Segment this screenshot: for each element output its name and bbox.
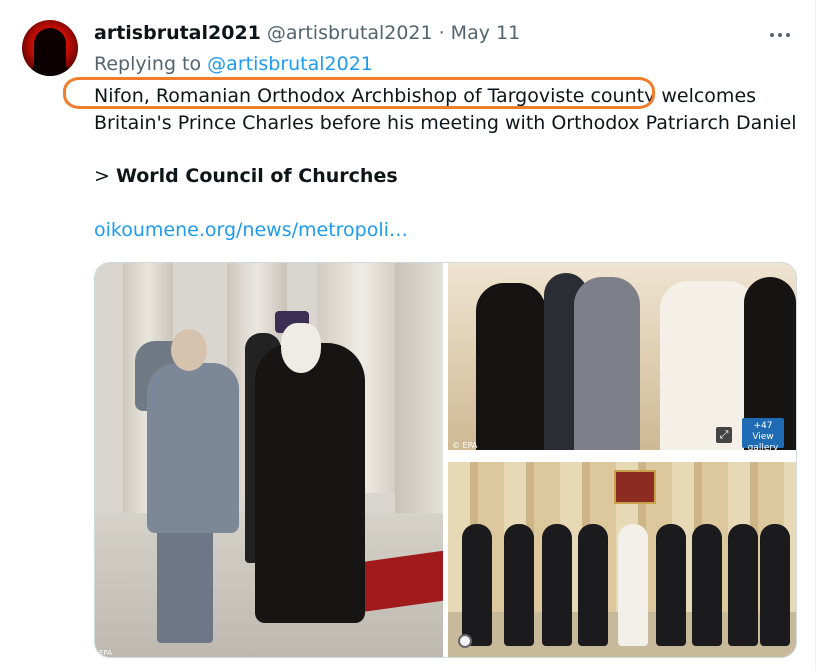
person-figure (578, 524, 608, 646)
person-figure (760, 524, 790, 646)
column (395, 263, 443, 513)
user-handle[interactable]: @artisbrutal2021 (267, 22, 433, 44)
view-gallery-button[interactable]: +47 View gallery (742, 418, 784, 453)
clergy-figure (476, 283, 546, 453)
person-figure (692, 524, 722, 646)
tweet-text-line: Britain's Prince Charles before his meet… (94, 112, 797, 134)
tweet-link[interactable]: oikoumene.org/news/metropoli… (94, 219, 408, 241)
icon-painting (614, 470, 656, 504)
tweet-subheading: > World Council of Churches (94, 165, 398, 187)
tweet-date[interactable]: May 11 (451, 22, 521, 44)
tweet-header: artisbrutal2021 @artisbrutal2021 · May 1… (94, 22, 520, 48)
highlight-annotation (63, 77, 655, 109)
media-grid: EPA ⤢ +47 View gallery © EPA (94, 262, 797, 658)
photo-credit: EPA (99, 649, 112, 657)
expand-icon[interactable]: ⤢ (716, 427, 732, 443)
archbishop-beard (281, 323, 321, 373)
separator-dot: · (438, 22, 445, 44)
page-edge (816, 0, 837, 671)
photo-group-line[interactable] (448, 462, 796, 657)
person-figure (656, 524, 686, 646)
replying-handle-link[interactable]: @artisbrutal2021 (207, 53, 373, 75)
more-horizontal-icon-dot (778, 33, 782, 37)
man-in-grey-suit (147, 363, 239, 533)
subheading-prefix: > (94, 165, 116, 187)
more-horizontal-icon-dot (786, 33, 790, 37)
more-horizontal-icon (770, 33, 774, 37)
photo-charles-greeting[interactable]: EPA (95, 263, 443, 657)
gallery-count: +47 (753, 421, 773, 431)
person-figure (504, 524, 534, 646)
tweet-card[interactable]: artisbrutal2021 @artisbrutal2021 · May 1… (0, 0, 816, 671)
photo-credit: © EPA (452, 441, 478, 450)
subheading-bold: World Council of Churches (115, 165, 398, 187)
replying-prefix: Replying to (94, 53, 202, 75)
photo-group-standing[interactable]: ⤢ +47 View gallery © EPA (448, 263, 796, 458)
person-figure (462, 524, 492, 646)
man-in-grey-suit (574, 277, 640, 453)
man-head (171, 329, 207, 371)
archbishop-robe (255, 343, 365, 623)
photo-caption-strip (448, 450, 796, 458)
more-options-button[interactable] (760, 20, 800, 50)
replying-to: Replying to @artisbrutal2021 (94, 53, 373, 75)
display-name[interactable]: artisbrutal2021 (94, 22, 261, 44)
avatar[interactable] (22, 20, 78, 76)
person-figure (542, 524, 572, 646)
patriarch-figure (618, 524, 648, 646)
zoom-icon[interactable] (458, 634, 472, 648)
person-figure (728, 524, 758, 646)
